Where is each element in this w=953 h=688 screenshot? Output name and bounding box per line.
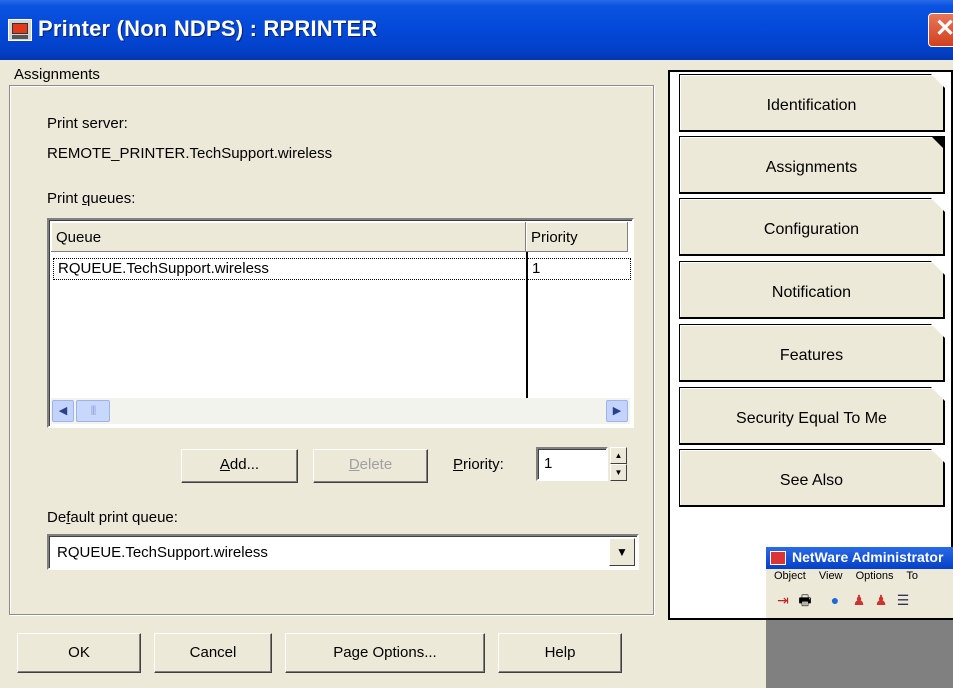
menu-options[interactable]: Options: [856, 570, 894, 582]
ok-button[interactable]: OK: [17, 633, 141, 673]
menu-view[interactable]: View: [819, 570, 843, 582]
tab-notification[interactable]: Notification: [679, 261, 945, 319]
menu-object[interactable]: Object: [774, 570, 806, 582]
printer-app-icon: [8, 19, 32, 41]
priority-input[interactable]: 1: [536, 447, 608, 481]
priority-cell: 1: [532, 260, 541, 277]
page-options-button[interactable]: Page Options...: [285, 633, 485, 673]
user-icon[interactable]: ♟: [850, 591, 868, 609]
group-icon[interactable]: ♟: [872, 591, 890, 609]
list-header: Queue Priority: [51, 222, 628, 252]
triangle-down-icon[interactable]: ▼: [610, 464, 627, 481]
menu-tools[interactable]: To: [906, 570, 918, 582]
tab-see-also[interactable]: See Also: [679, 449, 945, 507]
default-queue-dropdown[interactable]: RQUEUE.TechSupport.wireless ▼: [47, 534, 639, 570]
exit-icon[interactable]: ⇥: [774, 591, 792, 609]
background-desktop-area: [766, 620, 953, 688]
help-button[interactable]: Help: [498, 633, 622, 673]
tab-assignments[interactable]: Assignments: [679, 136, 945, 194]
list-icon[interactable]: ☰: [894, 591, 912, 609]
background-toolbar: ⇥ 🖶 ● ♟ ♟ ☰: [766, 585, 953, 618]
triangle-up-icon[interactable]: ▲: [610, 447, 627, 464]
arrow-left-icon[interactable]: ◀: [52, 400, 74, 422]
scroll-thumb[interactable]: |||: [76, 400, 110, 422]
tab-configuration[interactable]: Configuration: [679, 198, 945, 256]
default-queue-value: RQUEUE.TechSupport.wireless: [57, 544, 268, 561]
print-server-value: REMOTE_PRINTER.TechSupport.wireless: [47, 145, 333, 162]
object-icon[interactable]: ●: [826, 591, 844, 609]
tab-security-equal-to-me[interactable]: Security Equal To Me: [679, 387, 945, 445]
netware-app-icon: [770, 551, 786, 565]
groupbox-title: Assignments: [14, 66, 100, 83]
delete-button[interactable]: Delete: [313, 449, 428, 483]
window-title: Printer (Non NDPS) : RPRINTER: [38, 16, 378, 41]
print-server-label: Print server:: [47, 115, 128, 132]
tab-features[interactable]: Features: [679, 324, 945, 382]
column-header-queue[interactable]: Queue: [51, 222, 526, 252]
triangle-down-icon[interactable]: ▼: [609, 538, 635, 566]
column-header-priority[interactable]: Priority: [526, 222, 628, 252]
cancel-button[interactable]: Cancel: [154, 633, 272, 673]
print-icon[interactable]: 🖶: [796, 591, 814, 609]
tab-identification[interactable]: Identification: [679, 74, 945, 132]
arrow-right-icon[interactable]: ▶: [606, 400, 628, 422]
close-button[interactable]: ✕: [928, 13, 953, 47]
priority-spinner[interactable]: ▲ ▼: [610, 447, 627, 481]
background-menu-bar: Object View Options To: [766, 569, 953, 585]
table-row[interactable]: RQUEUE.TechSupport.wireless 1: [53, 258, 631, 280]
queue-cell: RQUEUE.TechSupport.wireless: [58, 260, 269, 277]
background-window-title[interactable]: NetWare Administrator: [766, 547, 953, 569]
horizontal-scrollbar[interactable]: ◀ ||| ▶: [51, 398, 630, 424]
title-bar[interactable]: Printer (Non NDPS) : RPRINTER ✕: [0, 0, 953, 60]
print-queues-list[interactable]: Queue Priority RQUEUE.TechSupport.wirele…: [47, 218, 634, 428]
print-queues-label: Print queues:: [47, 190, 136, 207]
default-queue-label: Default print queue:: [47, 509, 178, 526]
priority-label: Priority:: [453, 456, 504, 473]
add-button[interactable]: Add...: [181, 449, 298, 483]
